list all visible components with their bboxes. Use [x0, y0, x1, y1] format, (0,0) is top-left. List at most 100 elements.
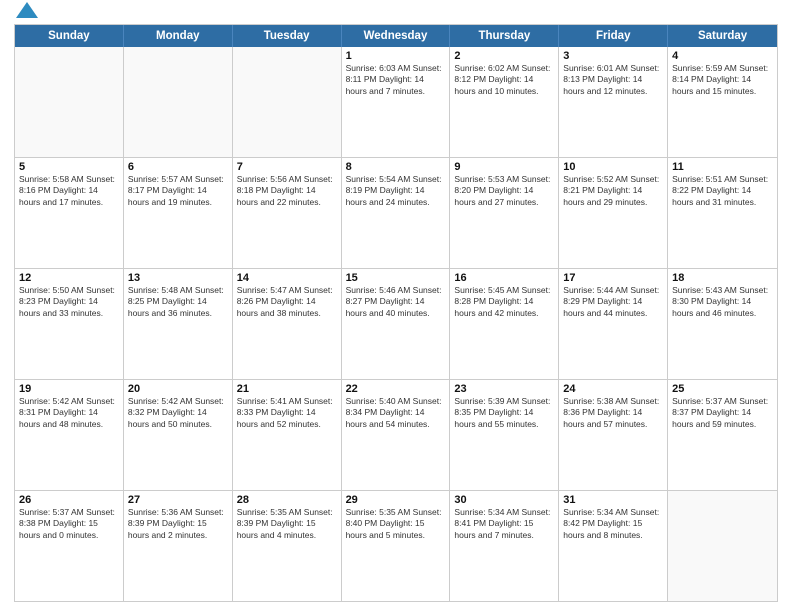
weekday-header-sunday: Sunday	[15, 25, 124, 47]
day-info: Sunrise: 5:57 AM Sunset: 8:17 PM Dayligh…	[128, 174, 228, 208]
day-number: 5	[19, 161, 119, 173]
day-cell-29: 29Sunrise: 5:35 AM Sunset: 8:40 PM Dayli…	[342, 491, 451, 601]
day-info: Sunrise: 5:42 AM Sunset: 8:32 PM Dayligh…	[128, 396, 228, 430]
day-info: Sunrise: 5:43 AM Sunset: 8:30 PM Dayligh…	[672, 285, 773, 319]
day-info: Sunrise: 5:37 AM Sunset: 8:38 PM Dayligh…	[19, 507, 119, 541]
day-cell-20: 20Sunrise: 5:42 AM Sunset: 8:32 PM Dayli…	[124, 380, 233, 490]
day-info: Sunrise: 5:46 AM Sunset: 8:27 PM Dayligh…	[346, 285, 446, 319]
day-number: 13	[128, 272, 228, 284]
calendar-row-2: 12Sunrise: 5:50 AM Sunset: 8:23 PM Dayli…	[15, 269, 777, 380]
day-info: Sunrise: 5:44 AM Sunset: 8:29 PM Dayligh…	[563, 285, 663, 319]
day-cell-24: 24Sunrise: 5:38 AM Sunset: 8:36 PM Dayli…	[559, 380, 668, 490]
day-cell-3: 3Sunrise: 6:01 AM Sunset: 8:13 PM Daylig…	[559, 47, 668, 157]
day-number: 17	[563, 272, 663, 284]
day-cell-23: 23Sunrise: 5:39 AM Sunset: 8:35 PM Dayli…	[450, 380, 559, 490]
day-number: 11	[672, 161, 773, 173]
day-info: Sunrise: 5:34 AM Sunset: 8:42 PM Dayligh…	[563, 507, 663, 541]
day-info: Sunrise: 5:39 AM Sunset: 8:35 PM Dayligh…	[454, 396, 554, 430]
day-info: Sunrise: 5:41 AM Sunset: 8:33 PM Dayligh…	[237, 396, 337, 430]
day-number: 4	[672, 50, 773, 62]
day-info: Sunrise: 5:50 AM Sunset: 8:23 PM Dayligh…	[19, 285, 119, 319]
day-number: 14	[237, 272, 337, 284]
day-number: 28	[237, 494, 337, 506]
day-info: Sunrise: 5:48 AM Sunset: 8:25 PM Dayligh…	[128, 285, 228, 319]
day-info: Sunrise: 5:45 AM Sunset: 8:28 PM Dayligh…	[454, 285, 554, 319]
day-cell-17: 17Sunrise: 5:44 AM Sunset: 8:29 PM Dayli…	[559, 269, 668, 379]
day-number: 9	[454, 161, 554, 173]
day-cell-1: 1Sunrise: 6:03 AM Sunset: 8:11 PM Daylig…	[342, 47, 451, 157]
day-number: 26	[19, 494, 119, 506]
header	[14, 10, 778, 18]
day-info: Sunrise: 5:54 AM Sunset: 8:19 PM Dayligh…	[346, 174, 446, 208]
day-cell-22: 22Sunrise: 5:40 AM Sunset: 8:34 PM Dayli…	[342, 380, 451, 490]
weekday-header-friday: Friday	[559, 25, 668, 47]
day-cell-4: 4Sunrise: 5:59 AM Sunset: 8:14 PM Daylig…	[668, 47, 777, 157]
day-info: Sunrise: 6:01 AM Sunset: 8:13 PM Dayligh…	[563, 63, 663, 97]
day-cell-8: 8Sunrise: 5:54 AM Sunset: 8:19 PM Daylig…	[342, 158, 451, 268]
day-number: 7	[237, 161, 337, 173]
day-info: Sunrise: 5:36 AM Sunset: 8:39 PM Dayligh…	[128, 507, 228, 541]
day-cell-16: 16Sunrise: 5:45 AM Sunset: 8:28 PM Dayli…	[450, 269, 559, 379]
day-info: Sunrise: 5:59 AM Sunset: 8:14 PM Dayligh…	[672, 63, 773, 97]
day-number: 30	[454, 494, 554, 506]
day-cell-18: 18Sunrise: 5:43 AM Sunset: 8:30 PM Dayli…	[668, 269, 777, 379]
day-info: Sunrise: 6:02 AM Sunset: 8:12 PM Dayligh…	[454, 63, 554, 97]
day-cell-13: 13Sunrise: 5:48 AM Sunset: 8:25 PM Dayli…	[124, 269, 233, 379]
day-number: 8	[346, 161, 446, 173]
day-number: 19	[19, 383, 119, 395]
day-info: Sunrise: 5:53 AM Sunset: 8:20 PM Dayligh…	[454, 174, 554, 208]
day-number: 10	[563, 161, 663, 173]
empty-cell	[124, 47, 233, 157]
day-info: Sunrise: 5:34 AM Sunset: 8:41 PM Dayligh…	[454, 507, 554, 541]
day-info: Sunrise: 5:35 AM Sunset: 8:40 PM Dayligh…	[346, 507, 446, 541]
day-cell-25: 25Sunrise: 5:37 AM Sunset: 8:37 PM Dayli…	[668, 380, 777, 490]
day-cell-30: 30Sunrise: 5:34 AM Sunset: 8:41 PM Dayli…	[450, 491, 559, 601]
day-cell-6: 6Sunrise: 5:57 AM Sunset: 8:17 PM Daylig…	[124, 158, 233, 268]
day-info: Sunrise: 5:56 AM Sunset: 8:18 PM Dayligh…	[237, 174, 337, 208]
day-cell-11: 11Sunrise: 5:51 AM Sunset: 8:22 PM Dayli…	[668, 158, 777, 268]
day-cell-31: 31Sunrise: 5:34 AM Sunset: 8:42 PM Dayli…	[559, 491, 668, 601]
day-number: 15	[346, 272, 446, 284]
day-cell-2: 2Sunrise: 6:02 AM Sunset: 8:12 PM Daylig…	[450, 47, 559, 157]
weekday-header-thursday: Thursday	[450, 25, 559, 47]
day-number: 3	[563, 50, 663, 62]
calendar-header: SundayMondayTuesdayWednesdayThursdayFrid…	[15, 25, 777, 47]
day-number: 1	[346, 50, 446, 62]
weekday-header-wednesday: Wednesday	[342, 25, 451, 47]
day-info: Sunrise: 5:40 AM Sunset: 8:34 PM Dayligh…	[346, 396, 446, 430]
day-number: 24	[563, 383, 663, 395]
day-cell-15: 15Sunrise: 5:46 AM Sunset: 8:27 PM Dayli…	[342, 269, 451, 379]
day-number: 25	[672, 383, 773, 395]
day-info: Sunrise: 5:35 AM Sunset: 8:39 PM Dayligh…	[237, 507, 337, 541]
page: SundayMondayTuesdayWednesdayThursdayFrid…	[0, 0, 792, 612]
empty-cell	[668, 491, 777, 601]
day-cell-21: 21Sunrise: 5:41 AM Sunset: 8:33 PM Dayli…	[233, 380, 342, 490]
logo-icon	[16, 2, 38, 18]
day-info: Sunrise: 6:03 AM Sunset: 8:11 PM Dayligh…	[346, 63, 446, 97]
day-number: 29	[346, 494, 446, 506]
day-info: Sunrise: 5:58 AM Sunset: 8:16 PM Dayligh…	[19, 174, 119, 208]
calendar: SundayMondayTuesdayWednesdayThursdayFrid…	[14, 24, 778, 602]
day-number: 2	[454, 50, 554, 62]
weekday-header-saturday: Saturday	[668, 25, 777, 47]
day-number: 12	[19, 272, 119, 284]
logo	[14, 10, 38, 18]
day-info: Sunrise: 5:51 AM Sunset: 8:22 PM Dayligh…	[672, 174, 773, 208]
day-cell-12: 12Sunrise: 5:50 AM Sunset: 8:23 PM Dayli…	[15, 269, 124, 379]
day-cell-14: 14Sunrise: 5:47 AM Sunset: 8:26 PM Dayli…	[233, 269, 342, 379]
day-info: Sunrise: 5:38 AM Sunset: 8:36 PM Dayligh…	[563, 396, 663, 430]
day-info: Sunrise: 5:47 AM Sunset: 8:26 PM Dayligh…	[237, 285, 337, 319]
day-info: Sunrise: 5:52 AM Sunset: 8:21 PM Dayligh…	[563, 174, 663, 208]
calendar-body: 1Sunrise: 6:03 AM Sunset: 8:11 PM Daylig…	[15, 47, 777, 601]
day-number: 18	[672, 272, 773, 284]
calendar-row-0: 1Sunrise: 6:03 AM Sunset: 8:11 PM Daylig…	[15, 47, 777, 158]
day-cell-26: 26Sunrise: 5:37 AM Sunset: 8:38 PM Dayli…	[15, 491, 124, 601]
day-info: Sunrise: 5:37 AM Sunset: 8:37 PM Dayligh…	[672, 396, 773, 430]
empty-cell	[15, 47, 124, 157]
day-number: 20	[128, 383, 228, 395]
day-number: 23	[454, 383, 554, 395]
day-cell-19: 19Sunrise: 5:42 AM Sunset: 8:31 PM Dayli…	[15, 380, 124, 490]
day-number: 31	[563, 494, 663, 506]
day-number: 6	[128, 161, 228, 173]
day-number: 27	[128, 494, 228, 506]
